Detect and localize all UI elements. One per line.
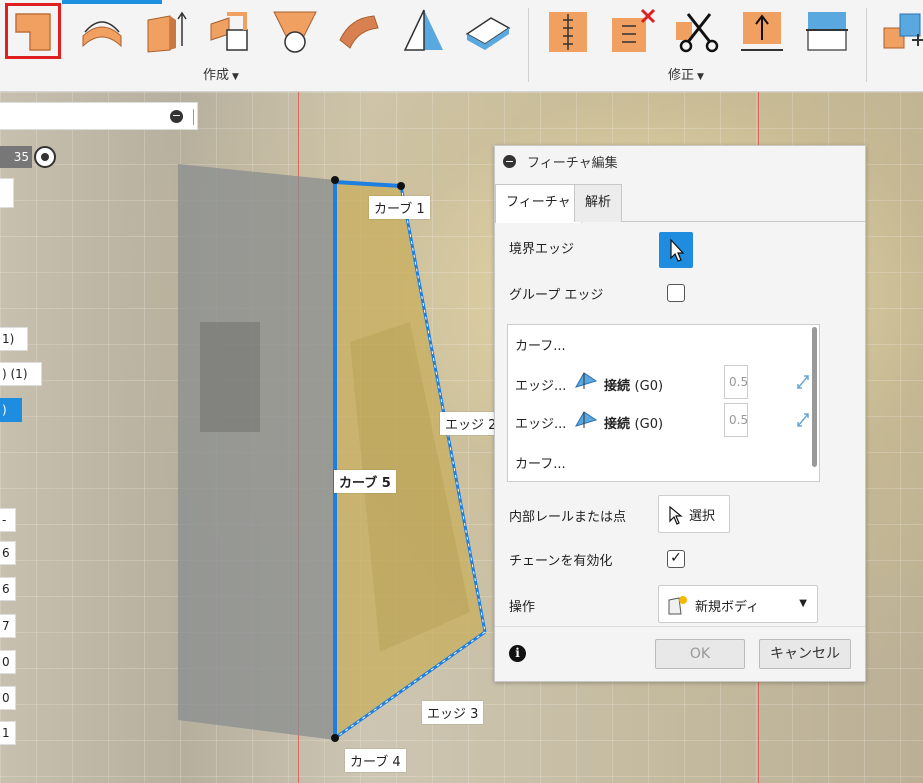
dialog-footer: i OK キャンセル [495, 626, 865, 681]
cursor-arrow-icon [670, 238, 685, 262]
browser-item[interactable]: 6 [0, 577, 16, 601]
browser-item[interactable]: 0 [0, 686, 16, 710]
tab-analysis[interactable]: 解析 [574, 184, 623, 222]
operation-label: 操作 [509, 600, 536, 615]
loft-icon[interactable] [270, 6, 320, 56]
resize-handle[interactable] [193, 109, 194, 125]
curve-1-label: カーブ 1 [369, 196, 430, 219]
new-body-icon [668, 596, 687, 615]
group-edges-checkbox[interactable] [667, 284, 685, 302]
dialog-tabs: フィーチャ 解析 [495, 184, 865, 223]
browser-item[interactable]: 1) [0, 327, 28, 351]
vertex-point[interactable] [331, 176, 339, 184]
chain-label: チェーンを有効化 [509, 554, 613, 569]
browser-item[interactable]: ) (1) [0, 362, 42, 386]
continuity-icon[interactable] [574, 371, 598, 391]
edit-feature-dialog: フィーチャ編集 フィーチャ 解析 境界エッジ グループ エッジ カーフ... エ… [494, 145, 866, 682]
edge-2-label: エッジ 2 [440, 412, 502, 435]
create-menu-label[interactable]: 作成 ▼ [203, 64, 239, 83]
dialog-header[interactable]: フィーチャ編集 [495, 146, 865, 176]
cancel-button[interactable]: キャンセル [759, 639, 851, 669]
active-tab-indicator [62, 0, 162, 4]
toolbar-divider [866, 8, 867, 82]
vertex-point[interactable] [331, 734, 339, 742]
chain-checkbox[interactable]: ✓ [667, 550, 685, 568]
info-icon[interactable]: i [509, 645, 526, 662]
toolbar-divider [528, 8, 529, 82]
group-edges-label: グループ エッジ [509, 288, 604, 303]
chevron-down-icon: ▼ [799, 598, 807, 609]
collapse-icon[interactable] [503, 155, 516, 168]
offset-surface-icon[interactable] [205, 6, 255, 56]
modify-menu-label[interactable]: 修正 ▼ [668, 64, 704, 83]
weight-input[interactable]: 0.5 [724, 403, 748, 437]
background-detail [200, 322, 260, 432]
assemble-icon[interactable] [878, 6, 923, 56]
extend-icon[interactable] [737, 6, 787, 56]
value-chip: 35 [0, 146, 32, 168]
browser-item[interactable]: 7 [0, 614, 16, 638]
rails-label: 内部レールまたは点 [509, 510, 627, 525]
collapse-icon[interactable]: − [170, 110, 183, 123]
weight-input[interactable]: 0.5 [724, 365, 748, 399]
sweep-icon[interactable] [334, 6, 384, 56]
boundary-edges-select-button[interactable] [659, 232, 693, 268]
list-scrollbar[interactable] [812, 327, 817, 467]
browser-search-bar[interactable]: − [0, 102, 198, 130]
continuity-icon[interactable] [574, 410, 598, 430]
flip-direction-icon[interactable] [795, 411, 811, 429]
flip-direction-icon[interactable] [795, 373, 811, 391]
browser-item[interactable]: 1 [0, 721, 16, 745]
continuity-value[interactable]: 接続 (G0) [604, 375, 663, 394]
operation-dropdown[interactable]: 新規ボディ ▼ [658, 585, 818, 623]
rails-select-button[interactable]: 選択 [658, 495, 730, 533]
target-icon[interactable] [34, 146, 56, 168]
dialog-title: フィーチャ編集 [527, 156, 618, 171]
edge-continuity-list: カーフ... エッジ... 接続 (G0) 0.5 エッジ... 接続 (G0)… [507, 324, 820, 482]
browser-item[interactable] [0, 178, 14, 208]
list-item[interactable]: エッジ... [515, 413, 566, 432]
browser-item[interactable]: 6 [0, 541, 16, 565]
browser-item[interactable]: - [0, 508, 16, 532]
boundary-edges-label: 境界エッジ [509, 242, 575, 257]
operation-value: 新規ボディ [695, 600, 760, 615]
thicken-icon[interactable] [463, 6, 513, 56]
untrim-icon[interactable] [608, 6, 658, 56]
stitch-icon[interactable] [802, 6, 852, 56]
ok-button[interactable]: OK [655, 639, 745, 669]
trim-icon[interactable] [543, 6, 593, 56]
browser-item[interactable]: 0 [0, 650, 16, 674]
edge-3-label: エッジ 3 [422, 701, 484, 724]
vertex-point[interactable] [397, 182, 405, 190]
extrude-icon[interactable] [140, 6, 190, 56]
patch-tool-icon[interactable] [5, 3, 61, 59]
cursor-arrow-icon [669, 505, 683, 525]
curve-4-label: カーブ 4 [345, 749, 406, 772]
continuity-value[interactable]: 接続 (G0) [604, 413, 663, 432]
browser-item-selected[interactable]: ) [0, 398, 22, 422]
list-item[interactable]: カーフ... [515, 335, 566, 354]
select-label: 選択 [689, 509, 716, 524]
toolbar: 作成 ▼ 修正 ▼ [0, 0, 923, 92]
list-item[interactable]: カーフ... [515, 453, 566, 472]
tab-feature[interactable]: フィーチャ [495, 184, 582, 223]
extrude-surface-icon[interactable] [77, 6, 127, 56]
scissors-icon[interactable] [672, 6, 722, 56]
grey-body[interactable] [178, 164, 335, 740]
curve-5-label: カーブ 5 [334, 470, 396, 493]
list-item[interactable]: エッジ... [515, 375, 566, 394]
rule-surface-icon[interactable] [399, 6, 449, 56]
